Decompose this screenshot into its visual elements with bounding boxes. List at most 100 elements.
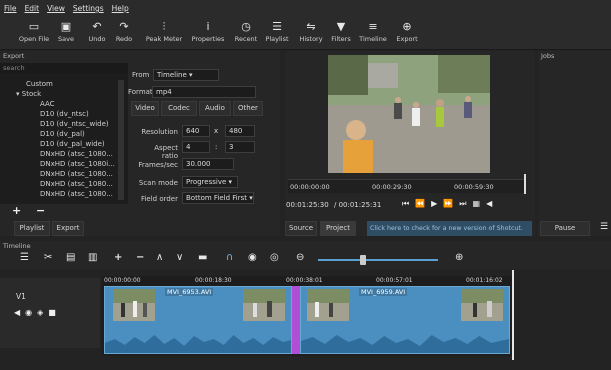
tab-audio[interactable]: Audio	[199, 101, 231, 116]
ripple-icon[interactable]: ◎	[270, 252, 279, 263]
ruler-mark: 00:00:29:30	[372, 183, 412, 191]
clip-thumbnail	[307, 289, 349, 321]
menu-file[interactable]: File	[4, 4, 17, 13]
pause-jobs-button[interactable]: Pause	[540, 221, 590, 236]
clip-name: MVI_6953.AVI	[165, 288, 214, 296]
video-frame-image	[328, 55, 490, 173]
timeline-clip[interactable]: MVI_6959.AVI	[300, 286, 510, 354]
properties-button[interactable]: i Properties	[190, 19, 226, 43]
fast-forward-icon[interactable]: ⏩	[443, 199, 459, 208]
timeline-button[interactable]: ≡ Timeline	[355, 19, 391, 43]
scan-mode-select[interactable]: Progressive ▾	[182, 176, 238, 188]
remove-icon[interactable]: −	[136, 252, 144, 263]
tree-item-stock[interactable]: ▾ Stock	[16, 90, 41, 98]
composite-icon[interactable]: ◈	[37, 308, 48, 317]
append-icon[interactable]: +	[114, 252, 122, 263]
timeline-ruler-mark: 00:00:18:30	[195, 277, 232, 284]
tree-item[interactable]: D10 (dv_pal_wide)	[40, 140, 105, 148]
zoom-out-icon[interactable]: ⊖	[296, 252, 304, 263]
tab-video[interactable]: Video	[131, 101, 159, 116]
menu-help[interactable]: Help	[112, 4, 129, 13]
jobs-title: Jobs	[538, 51, 611, 61]
menu-edit[interactable]: Edit	[25, 4, 40, 13]
tree-scrollbar[interactable]	[118, 80, 124, 200]
copy-icon[interactable]: ▤	[66, 252, 75, 263]
snap-icon[interactable]: ∩	[226, 252, 233, 263]
tree-item-custom[interactable]: Custom	[26, 80, 53, 88]
jobs-menu-icon[interactable]: ☰	[600, 222, 608, 232]
aspect-ratio-label: Aspect ratio	[154, 144, 178, 160]
play-icon[interactable]: ▶	[431, 199, 443, 208]
lock-icon[interactable]: ■	[48, 308, 61, 317]
tree-item[interactable]: DNxHD (atsc_1080...	[40, 190, 113, 198]
tab-source[interactable]: Source	[285, 221, 317, 236]
field-order-select[interactable]: Bottom Field First ▾	[182, 192, 254, 204]
hide-icon[interactable]: ◉	[25, 308, 37, 317]
resolution-height-input[interactable]: 480	[225, 125, 255, 137]
timeline-menu-icon[interactable]: ☰	[20, 252, 29, 263]
history-icon: ⇋	[306, 20, 316, 33]
tree-item[interactable]: DNxHD (atsc_1080...	[40, 150, 113, 158]
tab-playlist[interactable]: Playlist	[14, 221, 50, 236]
timeline-playhead[interactable]	[512, 270, 514, 360]
tab-other[interactable]: Other	[233, 101, 263, 116]
remove-preset-icon[interactable]: −	[36, 204, 45, 217]
paste-icon[interactable]: ▥	[88, 252, 97, 263]
tree-item[interactable]: D10 (dv_pal)	[40, 130, 85, 138]
skip-to-end-icon[interactable]: ⏭	[459, 199, 472, 208]
frames-per-sec-input[interactable]: 30.000	[182, 158, 234, 170]
tab-codec[interactable]: Codec	[161, 101, 197, 116]
transition-marker[interactable]	[292, 286, 300, 354]
tree-item[interactable]: DNxHD (atsc_1080...	[40, 180, 113, 188]
zoom-slider-handle[interactable]	[360, 255, 366, 265]
tree-item[interactable]: D10 (dv_ntsc)	[40, 110, 89, 118]
tab-export[interactable]: Export	[52, 221, 84, 236]
filters-button[interactable]: ▼ Filters	[323, 19, 359, 43]
update-notice-link[interactable]: Click here to check for a new version of…	[367, 221, 532, 236]
peak-meter-button[interactable]: ⫶ Peak Meter	[146, 19, 182, 43]
info-icon: i	[206, 20, 210, 33]
redo-button[interactable]: ↷ Redo	[106, 19, 142, 43]
tree-item[interactable]: D10 (dv_ntsc_wide)	[40, 120, 109, 128]
resolution-width-input[interactable]: 640	[182, 125, 210, 137]
video-track-v1[interactable]: MVI_6953.AVI MVI_6959.AVI	[102, 286, 514, 356]
save-icon: ▣	[60, 20, 72, 33]
menu-settings[interactable]: Settings	[73, 4, 104, 13]
from-select[interactable]: Timeline ▾	[153, 69, 219, 81]
tree-item[interactable]: AAC	[40, 100, 55, 108]
zoom-slider[interactable]	[318, 259, 438, 261]
tree-item[interactable]: DNxHD (atsc_1080...	[40, 170, 113, 178]
preset-search-input[interactable]: search	[0, 63, 128, 73]
track-header-v1: V1 ◀◉◈■	[0, 278, 100, 348]
format-select[interactable]: mp4	[152, 86, 256, 98]
rewind-icon[interactable]: ⏪	[415, 199, 431, 208]
aspect-separator: :	[215, 143, 218, 151]
zoom-in-icon[interactable]: ⊕	[455, 252, 463, 263]
tab-project[interactable]: Project	[320, 221, 356, 236]
timeline-ruler-mark: 00:01:16:02	[466, 277, 503, 284]
grid-icon[interactable]: ▦	[473, 199, 487, 208]
menu-view[interactable]: View	[47, 4, 65, 13]
timeline-clip[interactable]: MVI_6953.AVI	[104, 286, 292, 354]
aspect-width-input[interactable]: 4	[182, 141, 210, 153]
cut-icon[interactable]: ✂	[44, 252, 52, 263]
skip-to-start-icon[interactable]: ⏮	[402, 199, 415, 208]
export-button[interactable]: ⊕ Export	[389, 19, 425, 43]
open-file-button[interactable]: ▭ Open File	[16, 19, 52, 43]
current-timecode[interactable]: 00:01:25:30	[286, 201, 329, 209]
overwrite-icon[interactable]: ∨	[176, 252, 183, 263]
viewer-playhead[interactable]	[524, 174, 526, 194]
audio-waveform	[301, 335, 509, 353]
aspect-height-input[interactable]: 3	[225, 141, 255, 153]
mute-icon[interactable]: ◀	[14, 308, 25, 317]
lift-icon[interactable]: ∧	[156, 252, 163, 263]
clip-thumbnail	[113, 289, 155, 321]
tree-item[interactable]: DNxHD (atsc_1080i...	[40, 160, 115, 168]
add-preset-icon[interactable]: +	[12, 204, 21, 217]
split-icon[interactable]: ▬	[198, 252, 207, 263]
volume-icon[interactable]: ◀	[486, 199, 498, 208]
peak-meter-icon: ⫶	[162, 20, 166, 33]
scrub-icon[interactable]: ◉	[248, 252, 257, 263]
frames-per-sec-label: Frames/sec	[138, 161, 178, 169]
playlist-button[interactable]: ☰ Playlist	[259, 19, 295, 43]
